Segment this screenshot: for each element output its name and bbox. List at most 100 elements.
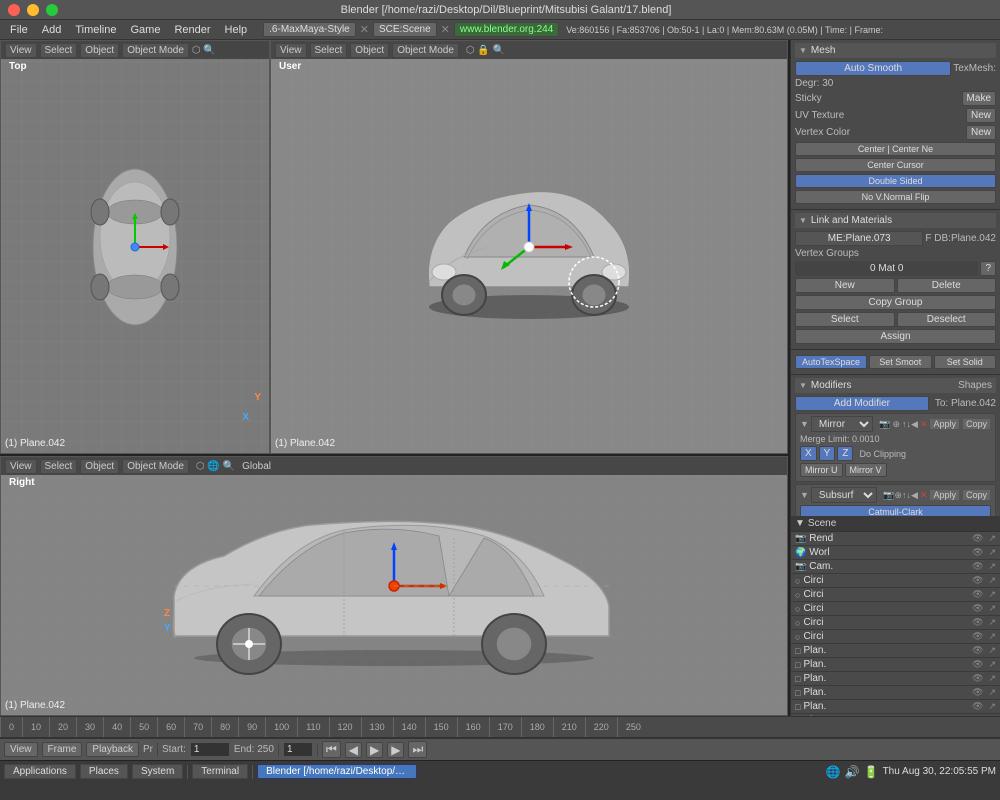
- me-plane-dropdown[interactable]: ME:Plane.073: [795, 231, 923, 246]
- outliner-item[interactable]: ○ Circi 👁 ↗: [791, 574, 1000, 588]
- scene-dropdown[interactable]: SCE:Scene: [373, 22, 437, 37]
- vp-object-btn-tl[interactable]: Object: [80, 43, 119, 58]
- vp-view-btn-tl[interactable]: View: [5, 43, 37, 58]
- timeline-playback-btn[interactable]: Playback: [86, 742, 139, 757]
- style-dropdown[interactable]: .6-MaxMaya-Style: [263, 22, 356, 37]
- delete-btn[interactable]: Delete: [897, 278, 997, 293]
- vp-mode-btn-tl[interactable]: Object Mode: [122, 43, 189, 58]
- maximize-button[interactable]: [46, 4, 58, 16]
- outliner-item[interactable]: ○ Circi 👁 ↗: [791, 588, 1000, 602]
- sticky-make-btn[interactable]: Make: [962, 91, 996, 106]
- eye-icon[interactable]: 👁: [972, 589, 983, 600]
- outliner-item[interactable]: □ Plan. 👁 ↗: [791, 658, 1000, 672]
- y-btn[interactable]: Y: [819, 446, 836, 461]
- menu-help[interactable]: Help: [219, 22, 254, 38]
- prev-frame-btn[interactable]: ◀: [345, 742, 362, 758]
- applications-btn[interactable]: Applications: [4, 764, 76, 779]
- frame-input[interactable]: [283, 742, 313, 757]
- z-btn[interactable]: Z: [837, 446, 853, 461]
- catmull-btn[interactable]: Catmull-Clark: [800, 505, 991, 516]
- mirror-delete-icon[interactable]: ✕: [920, 419, 928, 430]
- outliner-item[interactable]: ○ Circi 👁 ↗: [791, 616, 1000, 630]
- double-sided-btn[interactable]: Double Sided: [795, 174, 996, 188]
- url-btn[interactable]: www.blender.org.244: [454, 22, 559, 37]
- auto-tex-btn[interactable]: AutoTexSpace: [795, 355, 867, 369]
- vp-view-btn-b[interactable]: View: [5, 459, 37, 474]
- vc-new-btn[interactable]: New: [966, 125, 996, 140]
- outliner-item[interactable]: □ Plan. 👁 ↗: [791, 686, 1000, 700]
- viewport-top-view[interactable]: View Select Object Object Mode ⬡ 🔍 Top: [0, 40, 270, 454]
- deselect-btn[interactable]: Deselect: [897, 312, 997, 327]
- outliner-item[interactable]: ○ Circi 👁 ↗: [791, 602, 1000, 616]
- set-smoot-btn[interactable]: Set Smoot: [869, 355, 931, 369]
- skip-end-btn[interactable]: ⏭: [408, 741, 427, 758]
- skip-start-btn[interactable]: ⏮: [322, 741, 341, 758]
- mirror-dropdown[interactable]: Mirror: [811, 416, 873, 432]
- eye-icon[interactable]: 👁: [972, 631, 983, 642]
- vp-view-btn-tr[interactable]: View: [275, 43, 307, 58]
- no-vflip-btn[interactable]: No V.Normal Flip: [795, 190, 996, 204]
- mirror-v-btn[interactable]: Mirror V: [845, 463, 887, 477]
- play-btn[interactable]: ▶: [366, 742, 383, 758]
- eye-icon[interactable]: 👁: [972, 561, 983, 572]
- center-cursor-btn[interactable]: Center Cursor: [795, 158, 996, 172]
- copy-group-btn[interactable]: Copy Group: [795, 295, 996, 310]
- blender-task-btn[interactable]: Blender [/home/razi/Desktop/Dil...: [257, 764, 417, 779]
- eye-icon[interactable]: 👁: [972, 701, 983, 712]
- add-modifier-btn[interactable]: Add Modifier: [795, 396, 929, 411]
- viewport-user-view[interactable]: View Select Object Object Mode ⬡ 🔒 🔍 Use…: [270, 40, 788, 454]
- eye-icon[interactable]: 👁: [972, 547, 983, 558]
- set-solid-btn[interactable]: Set Solid: [934, 355, 996, 369]
- close-button[interactable]: [8, 4, 20, 16]
- auto-smooth-btn[interactable]: Auto Smooth: [795, 61, 951, 76]
- mirror-u-btn[interactable]: Mirror U: [800, 463, 843, 477]
- eye-icon[interactable]: 👁: [972, 603, 983, 614]
- eye-icon[interactable]: 👁: [972, 673, 983, 684]
- outliner-item[interactable]: □ Plan. 👁 ↗: [791, 714, 1000, 716]
- mirror-copy-btn[interactable]: Copy: [962, 418, 991, 430]
- eye-icon[interactable]: 👁: [972, 659, 983, 670]
- outliner-item[interactable]: □ Plan. 👁 ↗: [791, 672, 1000, 686]
- new-btn[interactable]: New: [795, 278, 895, 293]
- mat-label-btn[interactable]: 0 Mat 0: [795, 261, 978, 276]
- menu-timeline[interactable]: Timeline: [69, 22, 122, 38]
- outliner-item[interactable]: ○ Circi 👁 ↗: [791, 630, 1000, 644]
- subsurf-apply-btn[interactable]: Apply: [929, 489, 960, 501]
- eye-icon[interactable]: 👁: [972, 617, 983, 628]
- next-frame-btn[interactable]: ▶: [387, 742, 404, 758]
- vp-object-btn-tr[interactable]: Object: [350, 43, 389, 58]
- x-btn[interactable]: X: [800, 446, 817, 461]
- viewport-right-view[interactable]: View Select Object Object Mode ⬡ 🌐 🔍 Glo…: [0, 456, 788, 716]
- assign-btn[interactable]: Assign: [795, 329, 996, 344]
- subsurf-copy-btn[interactable]: Copy: [962, 489, 991, 501]
- menu-render[interactable]: Render: [168, 22, 216, 38]
- mat-query-btn[interactable]: ?: [980, 261, 996, 276]
- outliner-item[interactable]: □ Plan. 👁 ↗: [791, 644, 1000, 658]
- outliner-item[interactable]: □ Plan. 👁 ↗: [791, 700, 1000, 714]
- eye-icon[interactable]: 👁: [972, 715, 983, 716]
- minimize-button[interactable]: [27, 4, 39, 16]
- vp-select-btn-tl[interactable]: Select: [40, 43, 78, 58]
- eye-icon[interactable]: 👁: [972, 645, 983, 656]
- subsurf-delete-icon[interactable]: ✕: [920, 490, 928, 501]
- start-input[interactable]: [190, 742, 230, 757]
- vp-select-btn-b[interactable]: Select: [40, 459, 78, 474]
- center-center-btn[interactable]: Center | Center Ne: [795, 142, 996, 156]
- outliner-item[interactable]: 📷 Cam. 👁 ↗: [791, 560, 1000, 574]
- vp-mode-btn-tr[interactable]: Object Mode: [392, 43, 459, 58]
- menu-file[interactable]: File: [4, 22, 34, 38]
- uv-new-btn[interactable]: New: [966, 108, 996, 123]
- menu-add[interactable]: Add: [36, 22, 68, 38]
- timeline-frame-btn[interactable]: Frame: [42, 742, 83, 757]
- vp-object-btn-b[interactable]: Object: [80, 459, 119, 474]
- outliner-item[interactable]: 📷 Rend 👁 ↗: [791, 532, 1000, 546]
- eye-icon[interactable]: 👁: [972, 575, 983, 586]
- vp-select-btn-tr[interactable]: Select: [310, 43, 348, 58]
- outliner-item[interactable]: 🌍 Worl 👁 ↗: [791, 546, 1000, 560]
- system-btn[interactable]: System: [132, 764, 183, 779]
- places-btn[interactable]: Places: [80, 764, 128, 779]
- mirror-apply-btn[interactable]: Apply: [929, 418, 960, 430]
- eye-icon[interactable]: 👁: [972, 687, 983, 698]
- timeline-view-btn[interactable]: View: [4, 742, 38, 757]
- subsurf-dropdown[interactable]: Subsurf: [811, 487, 877, 503]
